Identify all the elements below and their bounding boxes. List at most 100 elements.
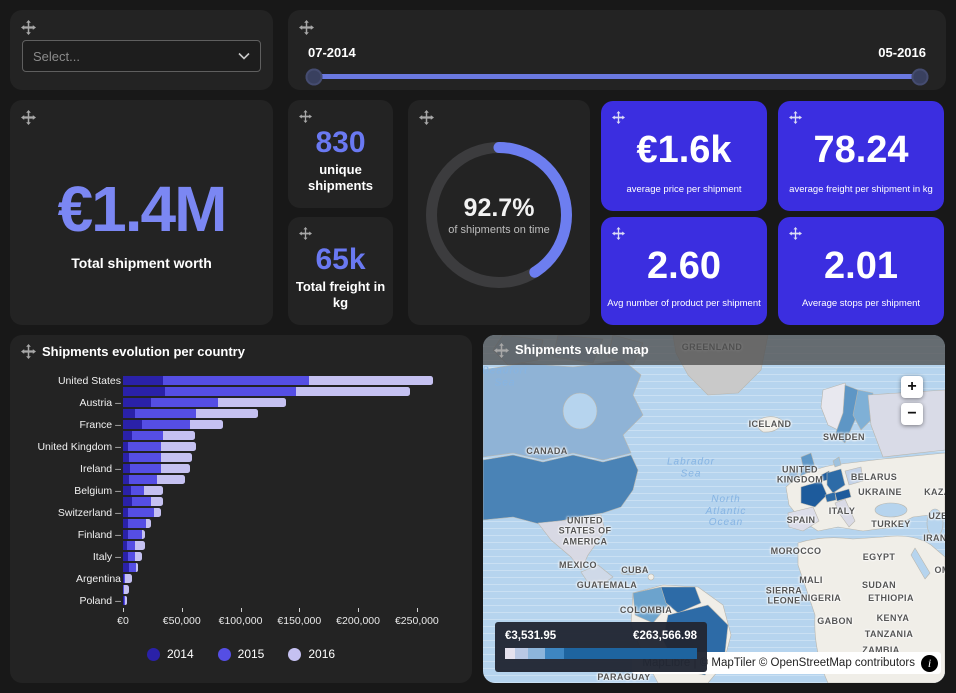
shipments-value-map-card: GREENLANDBeaufort SeaICELANDSWEDENCANADA…	[483, 335, 945, 683]
country-label: TANZANIA	[865, 629, 914, 639]
range-start-label: 07-2014	[308, 45, 356, 60]
x-tick-label: €250,000	[395, 615, 439, 627]
avg-stops-card: 2.01 Average stops per shipment	[778, 217, 944, 325]
on-time-label: of shipments on time	[448, 224, 550, 236]
legend-label: 2015	[238, 647, 265, 661]
bar-category-label: United States	[22, 375, 123, 387]
bar-segment-2015	[163, 376, 309, 385]
move-icon[interactable]	[21, 344, 36, 359]
x-tick-mark	[182, 608, 183, 612]
country-label: IRAN	[923, 533, 945, 543]
move-icon[interactable]	[21, 110, 36, 125]
total-worth-card: €1.4M Total shipment worth	[10, 100, 273, 325]
map-zoom-out-button[interactable]: −	[901, 403, 923, 425]
info-icon[interactable]: i	[921, 655, 938, 672]
country-label: UZBEKISTAN	[928, 511, 945, 521]
move-icon[interactable]	[419, 110, 434, 125]
bar-segment-2015	[131, 486, 144, 495]
bar-row: Austria–	[22, 397, 458, 408]
slider-handle-start[interactable]	[306, 68, 323, 85]
total-worth-label: Total shipment worth	[10, 255, 273, 271]
x-tick-mark	[417, 608, 418, 612]
legend-label: 2014	[167, 647, 194, 661]
bar-segment-2015	[127, 541, 135, 550]
move-icon[interactable]	[612, 227, 627, 242]
country-label: CUBA	[621, 565, 649, 575]
move-icon[interactable]	[789, 227, 804, 242]
bar-row: France–	[22, 419, 458, 430]
country-label: ICELAND	[749, 419, 792, 429]
move-icon[interactable]	[21, 20, 36, 35]
avg-freight-label: average freight per shipment in kg	[784, 184, 938, 195]
country-select[interactable]: Select...	[22, 40, 261, 72]
legend-dot	[147, 648, 160, 661]
bar-segment-2016	[157, 475, 185, 484]
move-icon[interactable]	[612, 111, 627, 126]
bar-segment-2016	[136, 563, 138, 572]
gauge-arc-cap	[494, 142, 505, 153]
bar-segment-2014	[123, 486, 131, 495]
bar-row	[22, 408, 458, 419]
bar-row	[22, 496, 458, 507]
bar-segment-2015	[151, 398, 218, 407]
country-label: KENYA	[877, 613, 910, 623]
bar-segment-2015	[132, 497, 151, 506]
move-icon[interactable]	[299, 227, 314, 242]
legend-item-2016[interactable]: 2016	[288, 647, 335, 661]
legend-item-2015[interactable]: 2015	[218, 647, 265, 661]
country-label: UKRAINE	[858, 487, 902, 497]
bar-segment-2016	[296, 387, 410, 396]
legend-dot	[288, 648, 301, 661]
country-label: GABON	[817, 616, 853, 626]
country-label: SWEDEN	[823, 432, 865, 442]
bar-segment-2016	[161, 464, 190, 473]
slider-handle-end[interactable]	[912, 68, 929, 85]
bar-category-label: Italy–	[22, 551, 123, 563]
bar-segment-2014	[123, 431, 132, 440]
bar-row	[22, 518, 458, 529]
total-freight-value: 65k	[288, 243, 393, 277]
move-icon[interactable]	[299, 110, 314, 125]
bar-segment-2015	[128, 552, 135, 561]
bar-category-label: Belgium–	[22, 485, 123, 497]
ocean-label: North Atlantic Ocean	[706, 494, 747, 529]
country-label: MEXICO	[559, 560, 597, 570]
bar-segment-2014	[123, 398, 151, 407]
bar-row	[22, 540, 458, 551]
move-icon[interactable]	[299, 20, 314, 35]
select-placeholder: Select...	[33, 49, 80, 64]
x-tick-label: €200,000	[336, 615, 380, 627]
move-icon[interactable]	[789, 111, 804, 126]
map-header: Shipments value map	[483, 335, 945, 365]
legend-color-segment	[505, 648, 515, 659]
bar-row: United Kingdom–	[22, 441, 458, 452]
range-end-label: 05-2016	[878, 45, 926, 60]
bar-row	[22, 430, 458, 441]
legend-item-2014[interactable]: 2014	[147, 647, 194, 661]
country-label: KAZAKHSTAN	[924, 487, 945, 497]
bar-row: Ireland–	[22, 463, 458, 474]
on-time-gauge-card: 92.7% of shipments on time	[408, 100, 590, 325]
avg-stops-label: Average stops per shipment	[784, 298, 938, 309]
chart-legend: 2014 2015 2016	[10, 647, 472, 661]
bar-row: Italy–	[22, 551, 458, 562]
x-tick-label: €150,000	[277, 615, 321, 627]
country-label: COLOMBIA	[620, 605, 672, 615]
date-slider-track[interactable]	[314, 74, 920, 79]
bar-category-label: Finland–	[22, 529, 123, 541]
unique-shipments-label: unique shipments	[288, 162, 393, 195]
legend-max-value: €263,566.98	[633, 630, 697, 642]
bar-segment-2016	[163, 431, 195, 440]
bar-segment-2015	[129, 453, 161, 462]
on-time-value: 92.7%	[464, 194, 535, 223]
move-icon[interactable]	[494, 343, 509, 358]
bar-segment-2016	[135, 541, 146, 550]
x-tick-mark	[299, 608, 300, 612]
unique-shipments-value: 830	[288, 126, 393, 160]
x-tick-label: €0	[117, 615, 129, 627]
country-label: SPAIN	[787, 515, 816, 525]
map-zoom-in-button[interactable]: +	[901, 376, 923, 398]
date-range-card: 07-2014 05-2016	[288, 10, 946, 90]
avg-price-value: €1.6k	[601, 129, 767, 172]
bar-row: Argentina	[22, 573, 458, 584]
